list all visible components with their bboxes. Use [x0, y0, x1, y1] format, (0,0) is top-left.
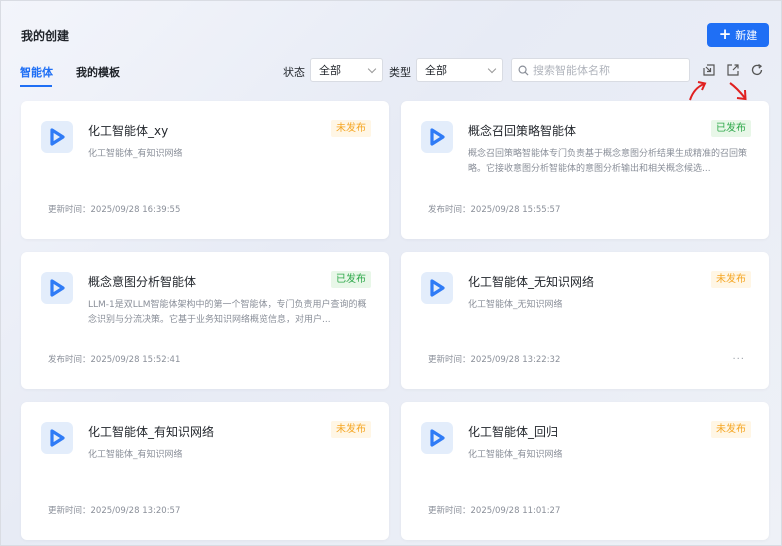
type-select-value: 全部: [425, 64, 447, 77]
agent-title: 化工智能体_xy: [88, 124, 169, 138]
agent-avatar: [41, 422, 73, 454]
search-box[interactable]: [511, 58, 690, 82]
agent-timestamp: 更新时间：2025/09/28 13:20:57: [48, 506, 181, 516]
agent-logo-icon: [50, 279, 65, 297]
status-badge: 未发布: [331, 421, 371, 438]
agent-timestamp: 更新时间：2025/09/28 11:01:27: [428, 506, 561, 516]
page-title: 我的创建: [21, 29, 70, 43]
search-icon: [518, 65, 529, 76]
type-select[interactable]: 全部: [416, 58, 503, 82]
agent-timestamp: 更新时间：2025/09/28 16:39:55: [48, 205, 181, 215]
agent-title: 概念意图分析智能体: [88, 275, 197, 289]
search-input[interactable]: [533, 63, 683, 77]
agent-card[interactable]: 概念召回策略智能体 已发布 概念召回策略智能体专门负责基于概念意图分析结果生成精…: [401, 101, 769, 239]
tab-agents[interactable]: 智能体: [20, 64, 53, 80]
agent-title: 概念召回策略智能体: [468, 124, 577, 138]
agent-description: 化工智能体_有知识网络: [88, 450, 183, 460]
agent-avatar: [41, 272, 73, 304]
status-badge: 已发布: [711, 120, 751, 137]
new-button-label: 新建: [735, 29, 758, 42]
agent-description: 化工智能体_无知识网络: [468, 300, 563, 310]
status-badge: 未发布: [711, 421, 751, 438]
tab-my-templates[interactable]: 我的模板: [76, 64, 120, 80]
plus-icon: +: [718, 24, 732, 43]
agent-description: 化工智能体_有知识网络: [88, 149, 183, 159]
agent-title: 化工智能体_无知识网络: [468, 275, 595, 289]
agent-card[interactable]: 化工智能体_无知识网络 未发布 化工智能体_无知识网络 更新时间：2025/09…: [401, 252, 769, 389]
agent-timestamp: 更新时间：2025/09/28 13:22:32: [428, 355, 561, 365]
agent-card[interactable]: 概念意图分析智能体 已发布 LLM-1是双LLM智能体架构中的第一个智能体，专门…: [21, 252, 389, 389]
status-badge: 已发布: [331, 271, 371, 288]
agent-title: 化工智能体_回归: [468, 425, 559, 439]
agent-avatar: [421, 422, 453, 454]
agent-logo-icon: [430, 128, 445, 146]
status-filter-label: 状态: [283, 66, 305, 79]
agent-avatar: [41, 121, 73, 153]
agent-description: 概念召回策略智能体专门负责基于概念意图分析结果生成精准的召回策略。它接收意图分析…: [468, 149, 748, 174]
status-badge: 未发布: [711, 271, 751, 288]
agent-title: 化工智能体_有知识网络: [88, 425, 215, 439]
agent-logo-icon: [430, 279, 445, 297]
import-icon[interactable]: [702, 63, 716, 77]
agent-timestamp: 发布时间：2025/09/28 15:55:57: [428, 205, 561, 215]
status-select[interactable]: 全部: [310, 58, 383, 82]
chevron-down-icon: [367, 64, 377, 74]
agent-card[interactable]: 化工智能体_xy 未发布 化工智能体_有知识网络 更新时间：2025/09/28…: [21, 101, 389, 239]
agent-logo-icon: [430, 429, 445, 447]
refresh-icon[interactable]: [750, 63, 764, 77]
type-filter-label: 类型: [389, 66, 411, 79]
status-badge: 未发布: [331, 120, 371, 137]
status-select-value: 全部: [319, 64, 341, 77]
agent-timestamp: 发布时间：2025/09/28 15:52:41: [48, 355, 181, 365]
export-icon[interactable]: [726, 63, 740, 77]
agent-avatar: [421, 121, 453, 153]
more-options-icon[interactable]: ···: [732, 354, 745, 365]
chevron-down-icon: [487, 64, 497, 74]
agent-avatar: [421, 272, 453, 304]
agent-card[interactable]: 化工智能体_有知识网络 未发布 化工智能体_有知识网络 更新时间：2025/09…: [21, 402, 389, 540]
agent-description: 化工智能体_有知识网络: [468, 450, 563, 460]
new-button[interactable]: + 新建: [707, 23, 769, 47]
agent-card[interactable]: 化工智能体_回归 未发布 化工智能体_有知识网络 更新时间：2025/09/28…: [401, 402, 769, 540]
agent-logo-icon: [50, 429, 65, 447]
agent-logo-icon: [50, 128, 65, 146]
active-tab-indicator: [20, 85, 52, 87]
agent-description: LLM-1是双LLM智能体架构中的第一个智能体，专门负责用户查询的概念识别与分流…: [88, 300, 367, 325]
